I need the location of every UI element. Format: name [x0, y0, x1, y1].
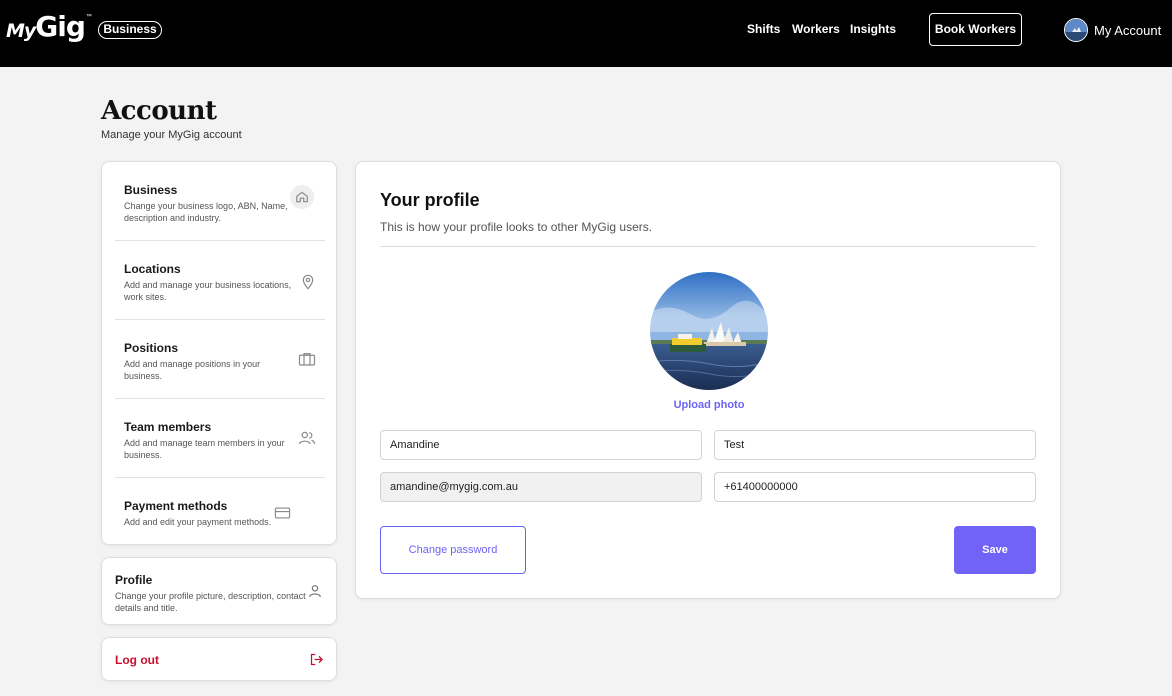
nav-insights[interactable]: Insights	[850, 22, 896, 36]
last-name-field[interactable]	[714, 430, 1036, 460]
sidebar-item-profile[interactable]: Profile Change your profile picture, des…	[101, 557, 337, 625]
account-settings-menu: Business Change your business logo, ABN,…	[101, 161, 337, 545]
my-account-menu[interactable]: My Account	[1064, 18, 1161, 42]
home-icon	[290, 185, 314, 209]
logo-gig-text: Gig	[35, 10, 86, 43]
sidebar-item-title: Team members	[124, 420, 212, 434]
profile-panel: Your profile This is how your profile lo…	[355, 161, 1061, 599]
logout-icon	[309, 652, 324, 672]
upload-photo-link[interactable]: Upload photo	[650, 399, 768, 411]
sidebar-item-team-members[interactable]: Team members Add and manage team members…	[115, 420, 325, 472]
sidebar-item-title: Payment methods	[124, 499, 228, 513]
sidebar-item-locations[interactable]: Locations Add and manage your business l…	[115, 262, 325, 314]
first-name-field[interactable]	[380, 430, 702, 460]
top-navbar: My Gig ™ Business Shifts Workers Insight…	[0, 0, 1172, 67]
logout-label: Log out	[115, 653, 159, 667]
my-account-label: My Account	[1094, 22, 1162, 38]
logout-button[interactable]: Log out	[101, 637, 337, 681]
logo-my-text: My	[6, 20, 36, 42]
sidebar-item-description: Change your profile picture, description…	[115, 591, 306, 613]
email-field[interactable]	[380, 472, 702, 502]
user-icon	[307, 583, 323, 604]
sidebar-item-positions[interactable]: Positions Add and manage positions in yo…	[115, 341, 325, 393]
sidebar-item-title: Profile	[115, 573, 153, 587]
save-button[interactable]: Save	[954, 526, 1036, 574]
sidebar-item-title: Business	[124, 183, 178, 197]
nav-shifts[interactable]: Shifts	[747, 22, 780, 36]
phone-field[interactable]	[714, 472, 1036, 502]
profile-title: Your profile	[380, 190, 480, 210]
profile-subtitle: This is how your profile looks to other …	[380, 220, 653, 234]
profile-photo	[650, 272, 768, 390]
divider	[115, 240, 325, 241]
sidebar-item-description: Change your business logo, ABN, Name, de…	[124, 201, 288, 223]
change-password-button[interactable]: Change password	[380, 526, 526, 574]
sidebar-item-title: Locations	[124, 262, 181, 276]
sidebar-item-description: Add and manage team members in your busi…	[124, 438, 285, 460]
divider	[115, 319, 325, 320]
page-title: Account	[101, 96, 217, 126]
sidebar-item-description: Add and manage your business locations, …	[124, 280, 292, 302]
map-pin-icon	[296, 270, 320, 294]
mygig-logo[interactable]: My Gig ™	[6, 10, 92, 43]
page-subtitle: Manage your MyGig account	[101, 129, 242, 141]
divider	[115, 398, 325, 399]
divider	[380, 246, 1036, 247]
divider	[115, 477, 325, 478]
book-workers-button[interactable]: Book Workers	[929, 13, 1022, 46]
sidebar-item-title: Positions	[124, 341, 179, 355]
sidebar-item-description: Add and manage positions in your busines…	[124, 359, 261, 381]
business-badge: Business	[98, 21, 162, 39]
sidebar-item-payment-methods[interactable]: Payment methods Add and edit your paymen…	[115, 499, 325, 533]
credit-card-icon	[270, 501, 294, 525]
users-icon	[295, 426, 319, 450]
nav-workers[interactable]: Workers	[792, 22, 840, 36]
avatar	[1064, 18, 1088, 42]
logo-trademark: ™	[85, 14, 92, 20]
briefcase-icon	[295, 347, 319, 371]
sidebar-item-business[interactable]: Business Change your business logo, ABN,…	[115, 183, 325, 235]
